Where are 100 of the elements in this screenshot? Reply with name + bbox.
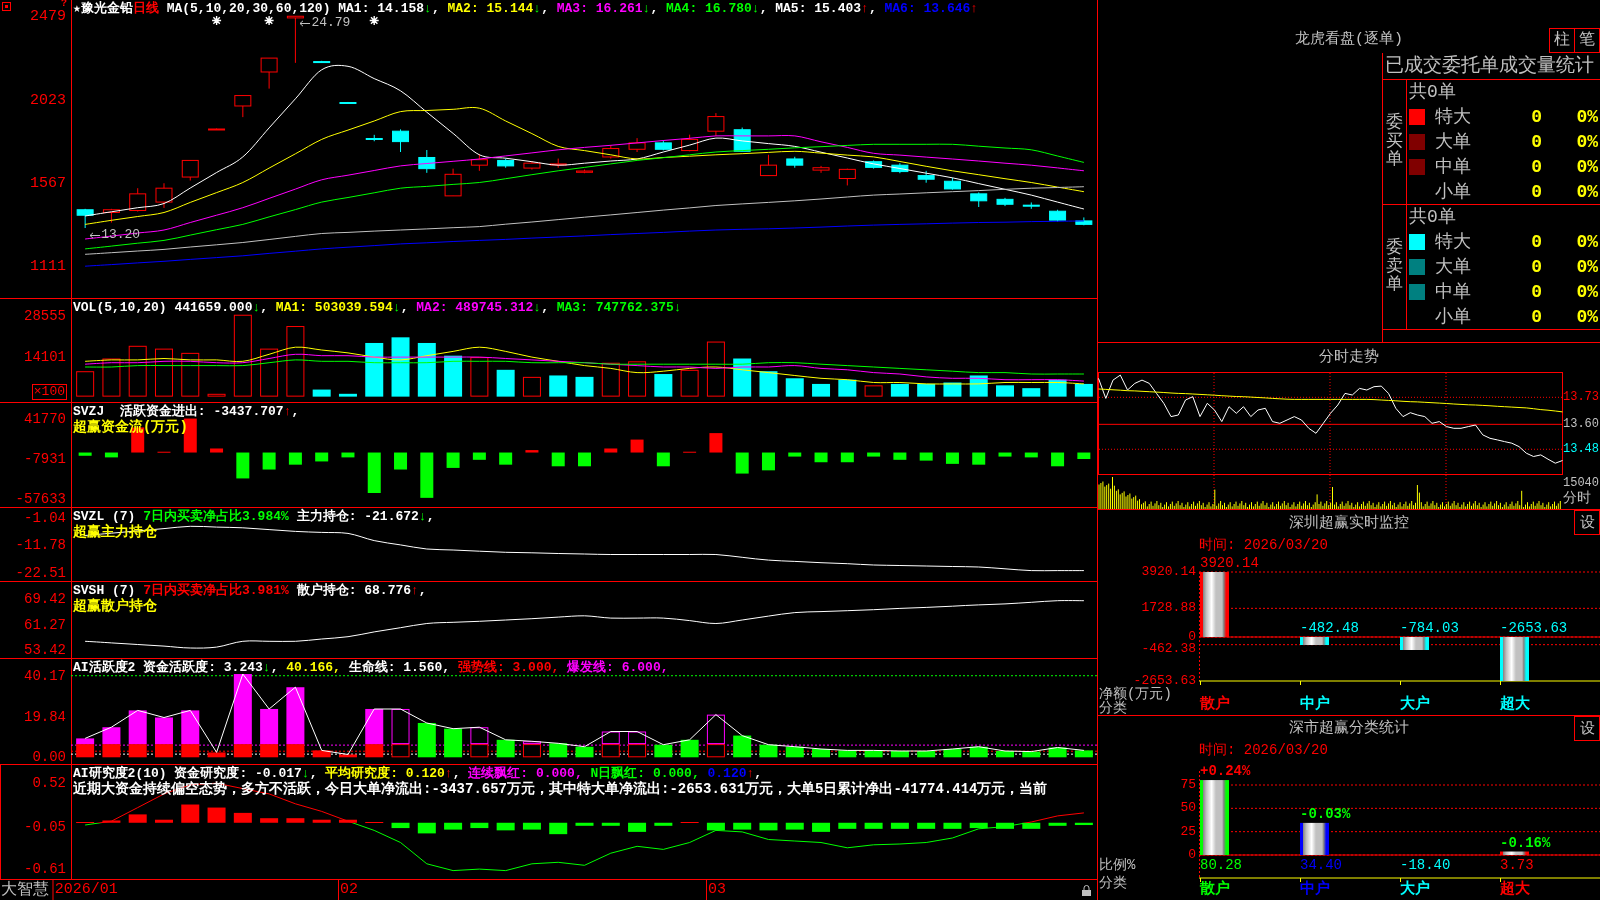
axis-label: -462.38 (1141, 643, 1196, 655)
axis-title: 净额(万元) (1099, 687, 1172, 701)
volume-bar (207, 393, 226, 397)
view-toggle-button[interactable]: 笔 (1574, 28, 1600, 53)
activity-bar (680, 739, 699, 758)
order-count: 0 (1531, 131, 1542, 152)
candlestick (654, 139, 672, 151)
axis-title: 比例% (1099, 858, 1136, 872)
axis-title: 分类 (1099, 701, 1127, 715)
activity-bar (601, 731, 620, 745)
axis-label: -22.51 (15, 565, 66, 580)
candlestick (234, 95, 252, 118)
candlestick (576, 169, 593, 174)
research-bar (470, 822, 489, 829)
axis-label: -2653.63 (1133, 675, 1196, 687)
volume-axis-label: 15040 (1563, 477, 1599, 490)
research-bar (654, 822, 673, 826)
money-flow-bar (630, 439, 644, 453)
lock-icon[interactable] (1082, 885, 1091, 896)
indicator-legend: AI研究度2(10) 资金研究度: -0.017↓, 平均研究度: 0.120↑, 连续飘红: 0.000, N日飘红: 0.000, 0.120↑, (73, 766, 763, 781)
research-bar (233, 812, 252, 823)
candlestick (392, 128, 410, 153)
settings-button[interactable]: 设 (1574, 510, 1600, 535)
candlestick (602, 144, 620, 160)
money-flow-bar (604, 448, 618, 453)
research-bar (1074, 822, 1093, 826)
category-label: 中户 (1300, 882, 1330, 898)
money-flow-bar (499, 452, 513, 465)
activity-bar (628, 731, 647, 745)
candlestick (707, 112, 725, 137)
volume-bar (680, 369, 699, 397)
order-size-label: 小单 (1435, 181, 1471, 202)
category-bar (1200, 572, 1229, 637)
research-bar (785, 822, 804, 830)
activity-bar (628, 744, 647, 758)
value-label: -2653.63 (1500, 621, 1568, 636)
volume-bar (128, 345, 147, 397)
volume-bar (155, 348, 173, 397)
axis-label: -0.05 (24, 819, 66, 834)
activity-bar (312, 750, 331, 758)
help-mark[interactable]: ? (61, 0, 67, 8)
indicator-legend: VOL(5,10,20) 441659.000↓, MA1: 503039.594↓, MA2: 489745.312↓, MA3: 747762.375↓ (73, 300, 682, 315)
indicator-legend: ★豫光金铅日线 MA(5,10,20,30,60,120) MA1: 14.158↓, MA2: 15.144↓, MA3: 16.261↓, MA4: 16.780↓, MA5: 15.403↑, MA6: 13.646↑ (73, 1, 979, 16)
activity-bar (1022, 751, 1041, 758)
candlestick (943, 177, 961, 191)
settings-button[interactable]: 设 (1574, 716, 1600, 741)
volume-bar (759, 371, 778, 397)
money-flow-bar (1024, 452, 1038, 458)
pointer-arrow-icon (299, 19, 311, 27)
order-count: 0 (1531, 106, 1542, 127)
money-flow-bar (394, 452, 408, 470)
order-percent: 0% (1576, 106, 1598, 127)
axis-label: 13.60 (1563, 418, 1599, 431)
activity-bar (444, 728, 463, 758)
money-flow-bar (551, 452, 565, 467)
axis-label: -1.04 (24, 511, 66, 525)
volume-bar (864, 385, 883, 397)
axis-label: 13.73 (1563, 391, 1599, 404)
axis-label: 13.48 (1563, 443, 1599, 456)
volume-bar (365, 342, 384, 397)
activity-bar (549, 743, 568, 758)
money-flow-bar (814, 452, 828, 463)
activity-bar (838, 750, 857, 758)
value-label: 34.40 (1300, 858, 1342, 873)
research-bar (312, 819, 331, 823)
money-flow-bar (288, 452, 302, 465)
volume-bar (470, 357, 489, 397)
candlestick (418, 149, 436, 174)
money-flow-bar (893, 452, 907, 460)
research-bar (444, 822, 463, 830)
view-toggle-button[interactable]: 柱 (1549, 28, 1575, 53)
research-bar (417, 822, 436, 834)
axis-label: 0 (1188, 849, 1196, 861)
volume-bar (312, 389, 331, 397)
value-label: 3.73 (1500, 858, 1534, 873)
volume-bar (102, 358, 121, 397)
volume-bar (417, 342, 436, 397)
research-bar (1048, 822, 1067, 826)
volume-bar (654, 374, 673, 397)
order-percent: 0% (1576, 306, 1598, 327)
research-bar (181, 804, 200, 823)
research-bar (812, 822, 831, 832)
activity-bar (785, 746, 804, 758)
indicator-legend: SVZL (7) 7日内买卖净占比3.984% 主力持仓: -21.672↓, (73, 509, 435, 524)
money-flow-bar (867, 452, 881, 457)
order-percent: 0% (1576, 181, 1598, 202)
axis-label: 3920.14 (1141, 566, 1196, 578)
order-count: 0 (1531, 181, 1542, 202)
money-flow-bar (840, 452, 854, 463)
candlestick (208, 127, 226, 131)
panel-title: 深市超赢分类统计 (1289, 719, 1409, 738)
axis-label: -57633 (15, 492, 66, 507)
money-flow-bar (761, 452, 775, 471)
change-label: +0.24% (1200, 764, 1251, 780)
activity-bar (102, 727, 121, 745)
candlestick (759, 154, 777, 177)
money-flow-bar (656, 452, 670, 467)
volume-bar (996, 385, 1014, 397)
candlestick (970, 191, 988, 208)
order-count: 0 (1531, 231, 1542, 252)
